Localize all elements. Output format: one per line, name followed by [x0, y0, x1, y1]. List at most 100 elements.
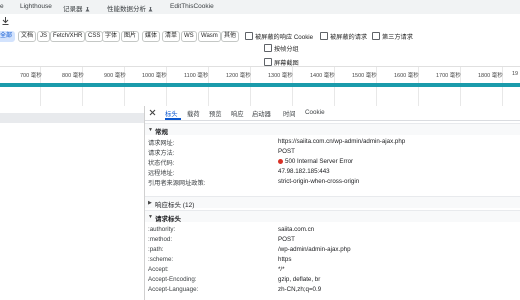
row-value: https://saiita.com.cn/wp-admin/admin-aja…	[278, 138, 406, 145]
tab-editthiscookie[interactable]: EditThisCookie	[170, 3, 214, 10]
selected-tab-indicator	[165, 118, 181, 120]
request-header-row: Accept-Language: zh-CN,zh;q=0.9	[145, 285, 520, 294]
timeline-tick: 1100 毫秒	[184, 73, 209, 79]
request-header-row: :method: POST	[145, 235, 520, 244]
row-value: 500 Internal Server Error	[278, 158, 353, 165]
row-value: https	[278, 256, 292, 263]
screenshots-checkbox[interactable]	[264, 58, 272, 66]
row-key: 状态代码:	[148, 160, 175, 167]
group-by-frame-label: 按帧分组	[274, 46, 299, 53]
row-key: Accept-Language:	[148, 286, 199, 293]
general-row: 状态代码: 500 Internal Server Error	[145, 157, 520, 167]
tab-response[interactable]: 响应	[231, 109, 244, 118]
row-value: /wp-admin/admin-ajax.php	[278, 246, 351, 253]
row-value: gzip, deflate, br	[278, 276, 321, 283]
timeline-tick: 700 毫秒	[20, 73, 42, 79]
filter-js[interactable]: JS	[37, 31, 51, 42]
tab-payload[interactable]: 载荷	[187, 109, 200, 118]
flask-icon	[85, 6, 89, 12]
blocked-response-cookies-checkbox[interactable]	[245, 32, 253, 40]
general-row: 请求方法: POST	[145, 147, 520, 157]
filter-wasm[interactable]: Wasm	[198, 31, 221, 42]
filter-fetch-xhr[interactable]: Fetch/XHR	[50, 31, 86, 42]
network-timeline-overview[interactable]: 700 毫秒 800 毫秒 900 毫秒 1000 毫秒 1100 毫秒 120…	[0, 66, 520, 107]
filter-img[interactable]: 图片	[121, 31, 140, 42]
row-key: Accept-Encoding:	[148, 276, 197, 283]
timeline-tick: 1000 毫秒	[142, 73, 167, 79]
third-party-requests-checkbox[interactable]	[372, 32, 380, 40]
filter-font[interactable]: 字体	[102, 31, 121, 42]
row-value: POST	[278, 236, 295, 243]
timeline-tick: 900 毫秒	[104, 73, 126, 79]
response-headers-section-header[interactable]: ▶ 响应标头 (12)	[145, 196, 520, 209]
timeline-tick: 1600 毫秒	[394, 73, 419, 79]
filter-ws[interactable]: WS	[181, 31, 197, 42]
tab-timing[interactable]: 时间	[283, 109, 296, 118]
download-icon[interactable]	[2, 17, 9, 25]
filter-other[interactable]: 其他	[221, 31, 240, 42]
row-value: */*	[278, 266, 285, 273]
request-header-row: Accept-Encoding: gzip, deflate, br	[145, 275, 520, 284]
group-by-frame-checkbox[interactable]	[264, 44, 272, 52]
details-tabbar: 标头 载荷 预览 响应 启动器 时间 Cookie	[145, 106, 520, 121]
filter-all[interactable]: 全部	[0, 31, 16, 42]
flask-icon	[148, 6, 153, 12]
blocked-requests-checkbox[interactable]	[320, 32, 328, 40]
tab-recorder-label: 记录器	[63, 6, 83, 13]
blocked-requests-label: 被屏蔽的请求	[330, 34, 368, 41]
request-details-panel: 标头 载荷 预览 响应 启动器 时间 Cookie ▼ 常规 请求网址: htt…	[145, 106, 520, 300]
request-header-row: Accept: */*	[145, 265, 520, 274]
row-key: 远程地址:	[148, 170, 175, 177]
tab-fragment-left[interactable]: e	[0, 3, 4, 10]
resource-type-filter-bar: 全部 文档 JS Fetch/XHR CSS 字体 图片 媒体 清单 WS Wa…	[0, 28, 520, 43]
tab-initiator[interactable]: 启动器	[252, 109, 271, 118]
tab-preview[interactable]: 预览	[209, 109, 222, 118]
request-header-row: :path: /wp-admin/admin-ajax.php	[145, 245, 520, 254]
tab-performance-insights[interactable]: 性能数据分析	[107, 3, 153, 13]
filter-manifest[interactable]: 清单	[162, 31, 181, 42]
filter-media[interactable]: 媒体	[142, 31, 161, 42]
row-value: strict-origin-when-cross-origin	[278, 178, 360, 185]
timeline-tick: 1400 毫秒	[310, 73, 335, 79]
general-row: 引用者来源网址政策: strict-origin-when-cross-orig…	[145, 177, 520, 187]
tab-cookies[interactable]: Cookie	[305, 109, 325, 116]
devtools-panel-tabbar: e Lighthouse 记录器 性能数据分析 EditThisCookie	[0, 0, 520, 15]
row-key: :authority:	[148, 226, 176, 233]
request-list	[0, 106, 145, 300]
section-title: 常规	[155, 129, 168, 136]
network-toolbar	[0, 14, 520, 29]
timeline-tick: 800 毫秒	[62, 73, 84, 79]
triangle-down-icon: ▼	[148, 127, 153, 133]
row-key: 请求网址:	[148, 140, 175, 147]
timeline-tick: 1700 毫秒	[436, 73, 461, 79]
row-value: zh-CN,zh;q=0.9	[278, 286, 322, 293]
request-header-row: :authority: saiita.com.cn	[145, 225, 520, 234]
tab-lighthouse[interactable]: Lighthouse	[20, 3, 52, 10]
filter-css[interactable]: CSS	[85, 31, 104, 42]
row-key: Accept:	[148, 266, 169, 273]
row-key: :method:	[148, 236, 173, 243]
general-section-header[interactable]: ▼ 常规	[145, 123, 520, 136]
tab-recorder[interactable]: 记录器	[63, 3, 90, 13]
timeline-request-bar	[0, 83, 520, 87]
tab-headers[interactable]: 标头	[165, 109, 178, 118]
blocked-response-cookies-label: 被屏蔽的响应 Cookie	[255, 34, 314, 41]
general-row: 请求网址: https://saiita.com.cn/wp-admin/adm…	[145, 137, 520, 147]
timeline-tick: 1200 毫秒	[226, 73, 251, 79]
close-icon[interactable]	[149, 109, 156, 116]
row-value: saiita.com.cn	[278, 226, 315, 233]
selected-request-row[interactable]	[0, 113, 144, 123]
status-error-dot	[278, 159, 283, 164]
row-value: POST	[278, 148, 295, 155]
row-key: :scheme:	[148, 256, 174, 263]
filter-doc[interactable]: 文档	[18, 31, 37, 42]
status-code-text: 500 Internal Server Error	[285, 158, 354, 165]
request-header-row: :scheme: https	[145, 255, 520, 264]
triangle-down-icon: ▼	[148, 214, 153, 220]
row-key: 请求方法:	[148, 150, 175, 157]
request-headers-section-header[interactable]: ▼ 请求标头	[145, 210, 520, 223]
row-value: 47.98.182.185:443	[278, 168, 330, 175]
timeline-tick: 1500 毫秒	[352, 73, 377, 79]
timeline-tick: 1300 毫秒	[268, 73, 293, 79]
section-title: 请求标头	[155, 216, 181, 223]
